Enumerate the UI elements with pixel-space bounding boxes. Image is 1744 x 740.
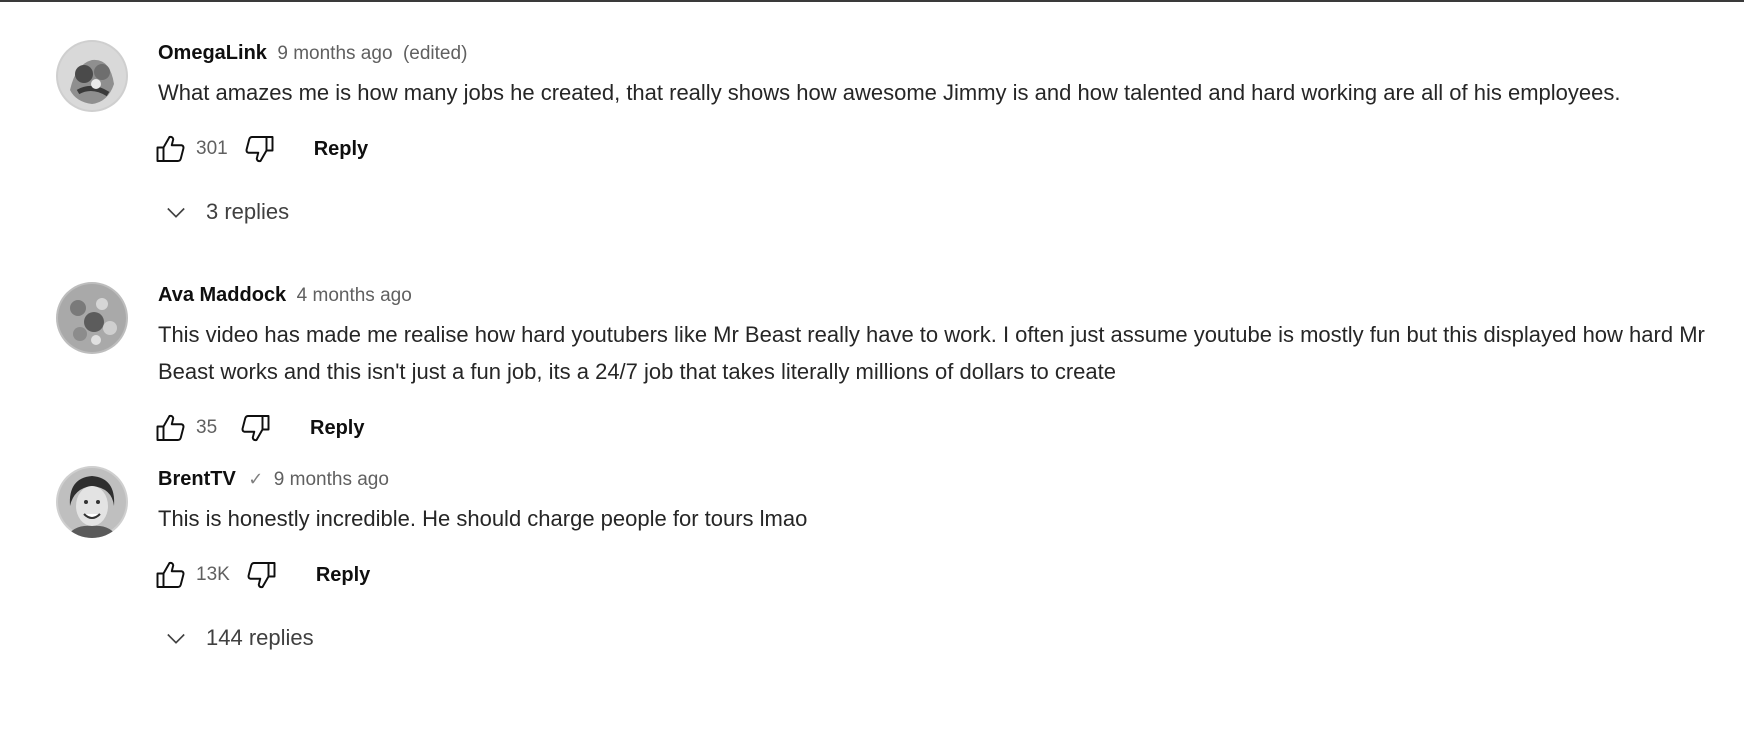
thumbs-up-icon	[156, 135, 185, 162]
avatar-image	[56, 466, 128, 538]
comment-timestamp[interactable]: 9 months ago	[277, 43, 392, 64]
thumbs-up-icon	[156, 561, 185, 588]
reply-button[interactable]: Reply	[316, 564, 370, 587]
dislike-button[interactable]	[240, 130, 278, 168]
thumbs-up-icon	[156, 414, 185, 441]
comment-author[interactable]: BrentTV	[158, 468, 236, 490]
comment-header: Ava Maddock 4 months ago	[158, 282, 1724, 308]
like-button[interactable]	[152, 409, 190, 447]
replies-count-label: 3 replies	[206, 199, 290, 224]
comment-body: Ava Maddock 4 months ago This video has …	[156, 282, 1724, 448]
comment-text: This video has made me realise how hard …	[158, 322, 1705, 384]
checkmark-icon: ✓	[248, 469, 264, 489]
comment-body: BrentTV ✓ 9 months ago This is honestly …	[156, 466, 1724, 655]
like-button[interactable]	[152, 556, 190, 594]
comment-timestamp[interactable]: 4 months ago	[297, 285, 412, 306]
like-count: 13K	[196, 564, 230, 585]
comment-text: What amazes me is how many jobs he creat…	[158, 80, 1621, 105]
comment-text: This is honestly incredible. He should c…	[158, 506, 808, 531]
comment-author[interactable]: Ava Maddock	[158, 284, 286, 306]
comment-actions: 35 Reply	[156, 408, 1724, 448]
chevron-down-icon	[167, 207, 185, 218]
reply-button[interactable]: Reply	[314, 138, 368, 161]
avatar-image	[56, 40, 128, 112]
view-replies-button[interactable]: 144 replies	[158, 621, 1724, 655]
comment-actions: 13K Reply	[156, 555, 1724, 595]
like-button[interactable]	[152, 130, 190, 168]
like-count: 35	[196, 417, 218, 438]
dislike-button[interactable]	[236, 409, 274, 447]
replies-count-label: 144 replies	[206, 625, 314, 650]
thumbs-down-icon	[245, 136, 274, 163]
avatar[interactable]	[56, 466, 128, 538]
comment-header: OmegaLink 9 months ago (edited)	[158, 40, 1724, 66]
comment-header: BrentTV ✓ 9 months ago	[158, 466, 1724, 492]
dislike-button[interactable]	[242, 556, 280, 594]
view-replies-button[interactable]: 3 replies	[158, 195, 1724, 229]
comment-actions: 301 Reply	[156, 129, 1724, 169]
avatar-image	[56, 282, 128, 354]
reply-button[interactable]: Reply	[310, 417, 364, 440]
comment-author[interactable]: OmegaLink	[158, 42, 267, 64]
comments-section: OmegaLink 9 months ago (edited) What ama…	[0, 0, 1744, 740]
avatar[interactable]	[56, 40, 128, 112]
like-count: 301	[196, 138, 228, 159]
comment-body: OmegaLink 9 months ago (edited) What ama…	[156, 40, 1724, 229]
comment-timestamp[interactable]: 9 months ago	[274, 469, 389, 490]
edited-label: (edited)	[402, 43, 468, 64]
avatar[interactable]	[56, 282, 128, 354]
thumbs-down-icon	[247, 562, 276, 589]
thumbs-down-icon	[241, 415, 270, 442]
chevron-down-icon	[167, 633, 185, 644]
